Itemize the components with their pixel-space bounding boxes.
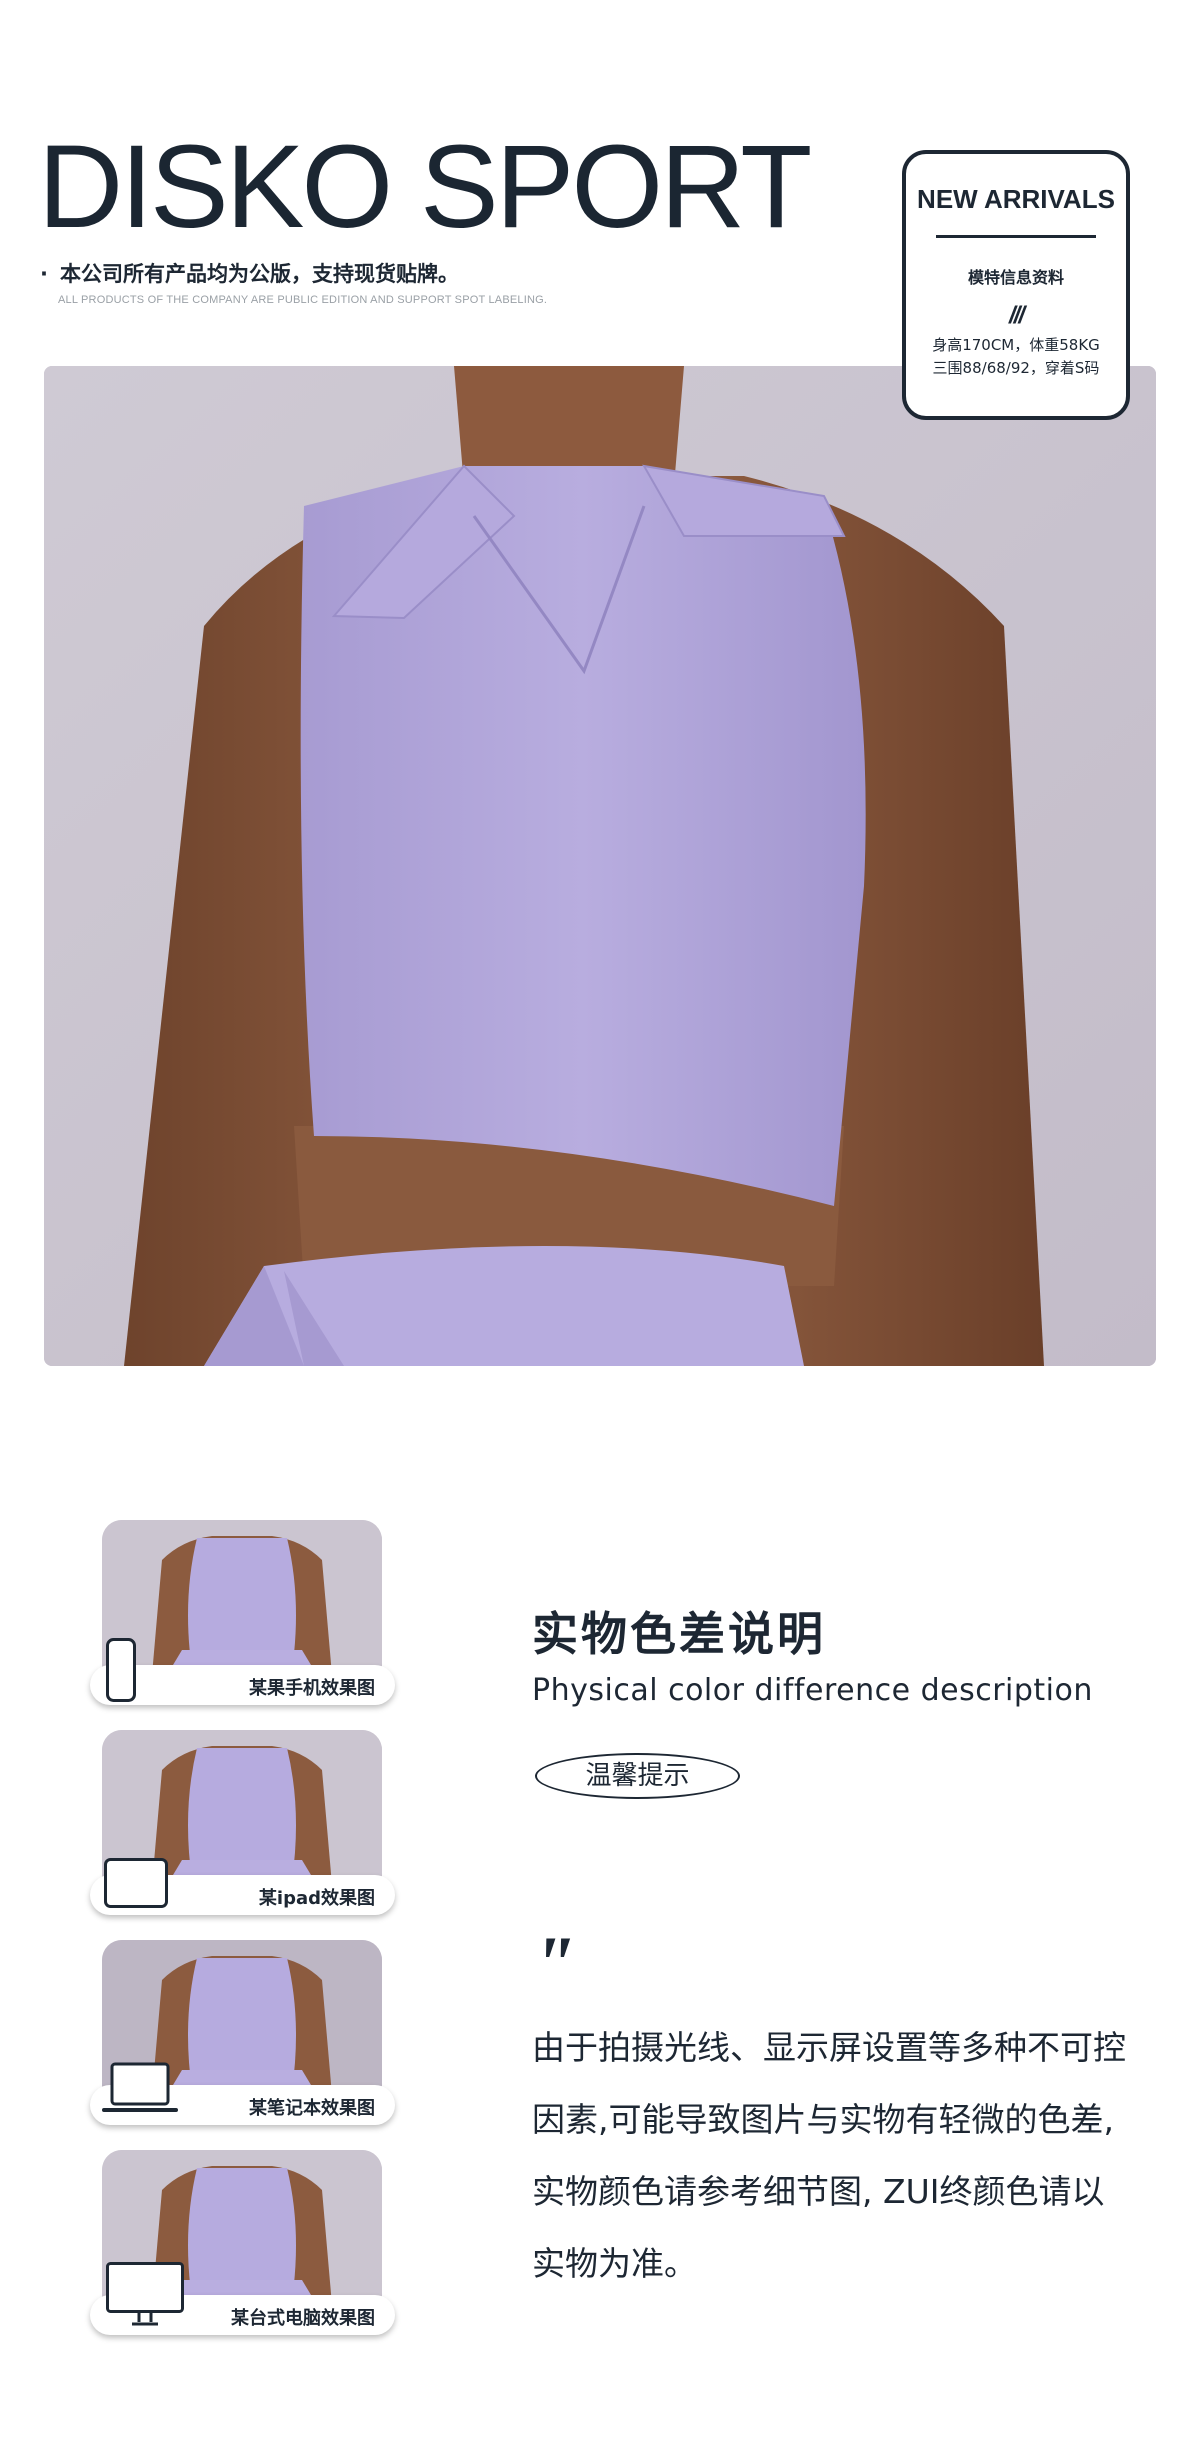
brand-title: DISKO SPORT: [38, 121, 812, 253]
description-line: 实物为准。: [532, 2244, 697, 2283]
notice-cn: · 本公司所有产品均为公版，支持现货贴牌。: [40, 258, 459, 288]
model-measurements: 三围88/68/92，穿着S码: [932, 359, 1100, 377]
new-arrivals-divider: [936, 235, 1096, 238]
thumb-label: 某台式电脑效果图: [231, 2308, 375, 2329]
phone-icon: [106, 1638, 136, 1702]
thumb-phone-preview: 某果手机效果图: [90, 1520, 395, 1706]
description-line: 实物颜色请参考细节图, ZUI终颜色请以: [532, 2172, 1105, 2211]
model-info-title: 模特信息资料: [967, 268, 1064, 287]
color-difference-subtitle: Physical color difference description: [532, 1673, 1093, 1708]
slash-decoration: ///: [1008, 302, 1025, 329]
laptop-icon: [102, 2062, 178, 2112]
model-height-weight: 身高170CM，体重58KG: [932, 336, 1100, 354]
thumb-ipad-preview: 某ipad效果图: [90, 1730, 395, 1916]
desktop-monitor-icon: [106, 2262, 184, 2326]
thumb-label: 某笔记本效果图: [249, 2098, 375, 2119]
notice-cn-text: 本公司所有产品均为公版，支持现货贴牌。: [59, 262, 459, 286]
thumb-label: 某果手机效果图: [249, 1678, 375, 1699]
notice-en: ALL PRODUCTS OF THE COMPANY ARE PUBLIC E…: [58, 294, 548, 306]
color-difference-title: 实物色差说明: [532, 1607, 826, 1661]
thumb-photo: [102, 1520, 382, 1675]
thumb-desktop-preview: 某台式电脑效果图: [90, 2150, 395, 2336]
notice-bullet: ·: [40, 262, 48, 286]
new-arrivals-badge: NEW ARRIVALS 模特信息资料 /// 身高170CM，体重58KG 三…: [902, 150, 1130, 420]
description-line: 由于拍摄光线、显示屏设置等多种不可控: [532, 2028, 1126, 2067]
thumb-model-image: [102, 1520, 382, 1675]
color-difference-description: 由于拍摄光线、显示屏设置等多种不可控 因素,可能导致图片与实物有轻微的色差, 实…: [532, 2012, 1172, 2300]
description-line: 因素,可能导致图片与实物有轻微的色差,: [532, 2100, 1114, 2139]
new-arrivals-title: NEW ARRIVALS: [917, 184, 1115, 214]
thumb-label: 某ipad效果图: [258, 1888, 375, 1909]
hero-illustration: [44, 366, 1156, 1366]
tablet-icon: [104, 1858, 168, 1908]
thumb-laptop-preview: 某笔记本效果图: [90, 1940, 395, 2126]
quote-icon: ": [532, 1920, 576, 2007]
tip-badge: 温馨提示: [535, 1753, 740, 1799]
hero-product-image: [44, 366, 1156, 1366]
